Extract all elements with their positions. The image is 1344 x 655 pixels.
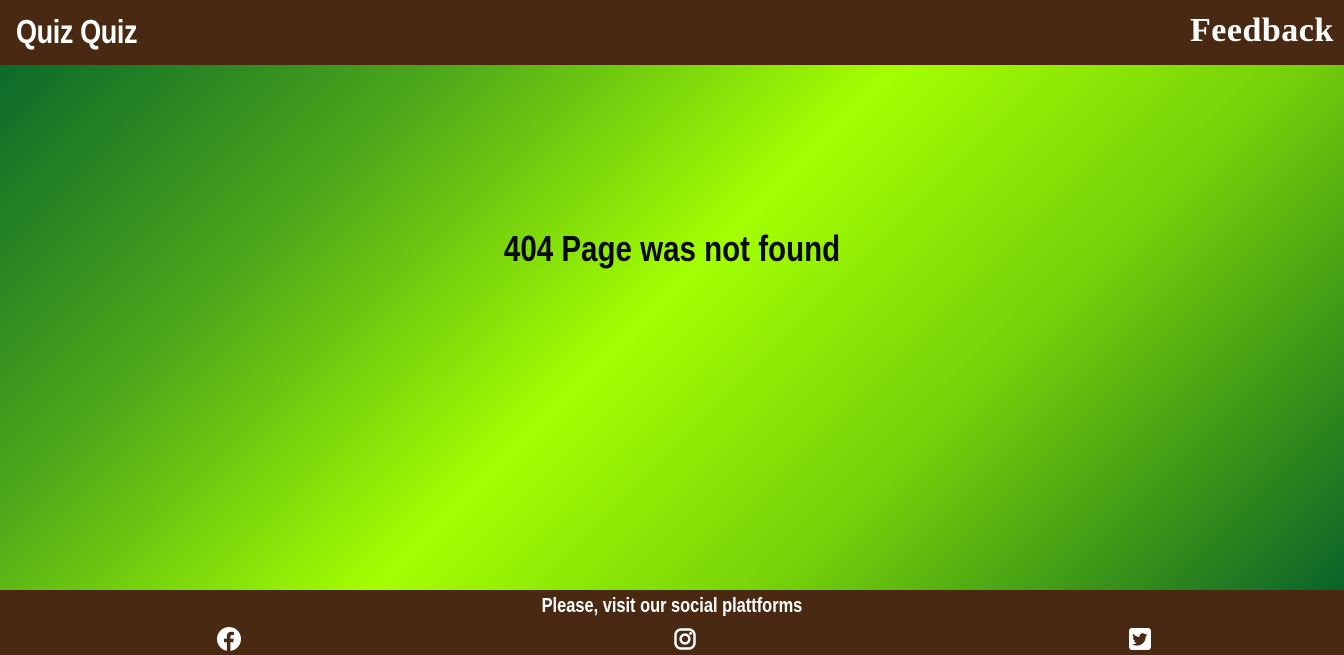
- error-message-heading: 404 Page was not found: [0, 225, 1344, 273]
- site-footer: Please, visit our social plattforms: [0, 590, 1344, 655]
- social-prompt-text: Please, visit our social plattforms: [541, 595, 803, 617]
- social-prompt: Please, visit our social plattforms: [0, 592, 1344, 620]
- facebook-link[interactable]: [216, 626, 242, 652]
- main-content: 404 Page was not found: [0, 65, 1344, 590]
- nav-link-feedback[interactable]: Feedback: [1190, 8, 1334, 54]
- twitter-icon: [1129, 628, 1151, 650]
- site-header: Quiz Quiz Feedback: [0, 0, 1344, 65]
- site-logo[interactable]: Quiz Quiz: [16, 10, 138, 54]
- facebook-icon: [217, 627, 241, 652]
- social-links: [0, 626, 1344, 652]
- instagram-icon: [674, 628, 696, 650]
- twitter-link[interactable]: [1127, 626, 1153, 652]
- error-message-text: 404 Page was not found: [503, 228, 841, 269]
- instagram-link[interactable]: [672, 626, 698, 652]
